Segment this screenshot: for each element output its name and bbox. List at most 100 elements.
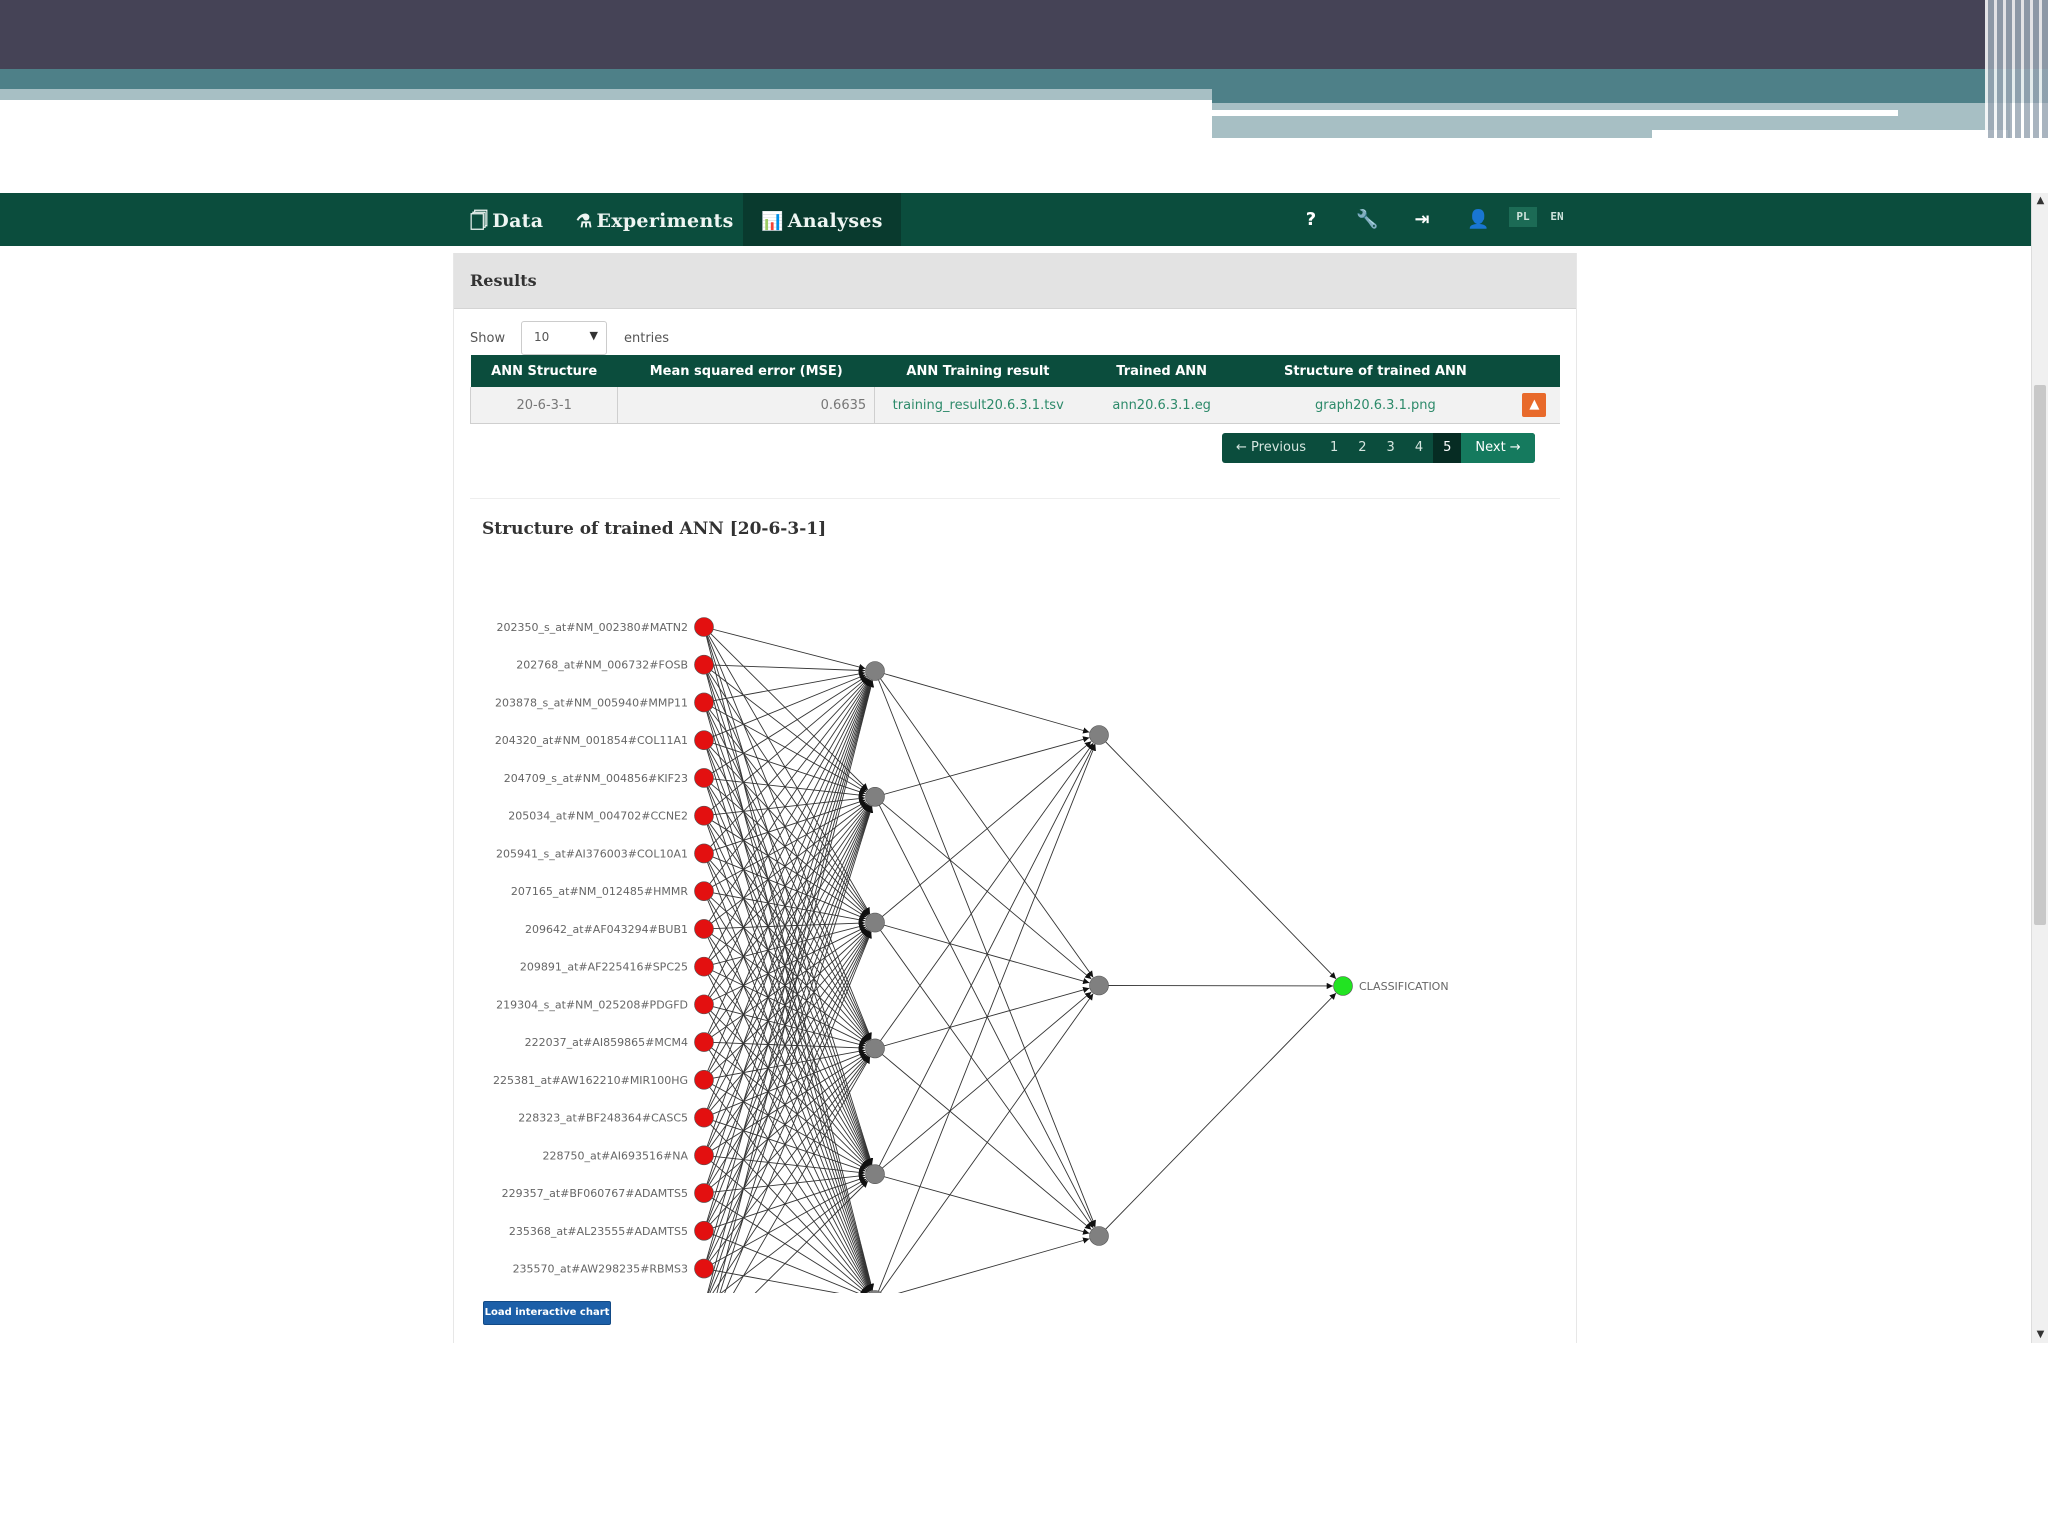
input-node [694, 881, 714, 901]
edge-hidden1-hidden2 [874, 1048, 1092, 1230]
input-node [694, 956, 714, 977]
input-node-label: 207165_at#NM_012485#HMMR [511, 885, 688, 898]
slide-white-stripe [1212, 110, 1898, 116]
input-node [694, 1145, 714, 1166]
page-scrollbar[interactable]: ▲ ▼ [2031, 193, 2048, 1343]
input-node-label: 228323_at#BF248364#CASC5 [518, 1112, 688, 1125]
hidden1-node [865, 786, 885, 807]
scroll-up-icon[interactable]: ▲ [2032, 193, 2048, 209]
input-node-label: 209891_at#AF225416#SPC25 [520, 961, 688, 974]
input-node [694, 994, 714, 1015]
hidden1-node [865, 912, 885, 933]
edge-input-hidden1 [703, 664, 874, 1291]
nav-data-label: Data [492, 210, 544, 232]
edge-input-hidden1 [703, 1178, 867, 1269]
input-node [694, 692, 714, 713]
input-node [694, 1220, 714, 1241]
input-node-label: 203878_s_at#NM_005940#MMP11 [495, 696, 688, 709]
input-node [694, 1032, 714, 1052]
input-node-label: 209642_at#AF043294#BUB1 [525, 923, 688, 936]
input-node-label: 202350_s_at#NM_002380#MATN2 [496, 621, 688, 634]
load-interactive-chart-button[interactable]: Load interactive chart [483, 1301, 611, 1325]
nav-experiments[interactable]: ⚗ Experiments [576, 193, 734, 246]
input-node [694, 768, 714, 788]
edge-hidden1-hidden2 [877, 744, 1096, 1293]
hidden2-node [1089, 1226, 1109, 1246]
edge-hidden1-hidden2 [874, 670, 1090, 734]
hidden2-node [1089, 725, 1109, 745]
edge-hidden1-hidden2 [874, 986, 1090, 1049]
slide-teal-band [0, 69, 2048, 91]
edge-input-hidden1 [703, 853, 869, 1042]
edge-hidden1-hidden2 [874, 796, 1095, 1228]
edge-input-hidden1 [703, 664, 866, 674]
edge-input-hidden1 [703, 805, 872, 1231]
edge-hidden1-hidden2 [879, 993, 1094, 1293]
edge-hidden1-hidden2 [874, 991, 1092, 1175]
hidden2-node [1089, 975, 1109, 996]
ann-network-diagram: 202350_s_at#NM_002380#MATN2 202768_at#NM_… [493, 617, 1449, 1293]
help-icon[interactable]: ? [1300, 209, 1322, 231]
edge-hidden1-hidden2 [897, 1237, 1090, 1293]
edge-hidden2-output [1098, 734, 1337, 980]
bar-chart-icon: 📊 [761, 211, 784, 232]
input-node [694, 919, 714, 939]
edge-input-hidden1 [703, 739, 871, 1040]
hidden1-node [865, 1038, 885, 1059]
input-node [694, 843, 714, 864]
nav-analyses[interactable]: 📊 Analyses [743, 193, 901, 246]
nav-data[interactable]: 🗍 Data [470, 193, 543, 246]
input-node [694, 1107, 714, 1128]
edge-hidden2-output [1098, 992, 1337, 1237]
edge-input-hidden1 [703, 680, 874, 1269]
input-node [694, 805, 714, 826]
input-node [694, 1258, 714, 1279]
edge-hidden1-hidden2 [874, 922, 1090, 985]
edge-hidden1-hidden2 [874, 1173, 1090, 1235]
edge-hidden1-hidden2 [874, 796, 1092, 980]
edge-hidden1-hidden2 [874, 743, 1095, 1175]
lang-en-button[interactable]: EN [1543, 207, 1571, 227]
lang-pl-button[interactable]: PL [1509, 207, 1537, 227]
output-node [1333, 976, 1353, 996]
edge-input-hidden1 [703, 674, 866, 741]
edge-hidden1-hidden2 [874, 670, 1096, 1227]
wrench-icon[interactable]: 🔧 [1356, 209, 1378, 231]
input-node [694, 617, 714, 637]
input-node-label: 205034_at#NM_004702#CCNE2 [508, 810, 688, 823]
input-node [694, 1183, 714, 1203]
input-node-label: 229357_at#BF060767#ADAMTS5 [502, 1187, 688, 1200]
scroll-down-icon[interactable]: ▼ [2032, 1327, 2048, 1343]
edge-input-hidden1 [703, 1268, 840, 1293]
scroll-thumb[interactable] [2034, 385, 2046, 925]
edge-input-hidden1 [703, 740, 872, 1166]
output-node-label: CLASSIFICATION [1359, 980, 1449, 993]
edge-input-hidden1 [703, 626, 866, 670]
input-node-label: 202768_at#NM_006732#FOSB [516, 659, 688, 672]
input-node-label: 204709_s_at#NM_004856#KIF23 [504, 772, 688, 785]
slide-header-band [0, 0, 2048, 69]
logout-icon[interactable]: ⇥ [1411, 209, 1433, 231]
input-node-label: 222037_at#AI859865#MCM4 [525, 1036, 688, 1049]
slide-right-teal-band [1212, 89, 2048, 103]
slide-light-band [0, 89, 1212, 100]
input-node-label: 225381_at#AW162210#MIR100HG [493, 1074, 688, 1087]
top-navbar: 🗍 Data ⚗ Experiments 📊 Analyses ? 🔧 ⇥ 👤 PL … [0, 193, 2031, 246]
edge-input-hidden1 [703, 929, 869, 1118]
app-window: 🗍 Data ⚗ Experiments 📊 Analyses ? 🔧 ⇥ 👤 PL … [0, 193, 2048, 1343]
edge-input-hidden1 [703, 931, 871, 1232]
input-node-label: 235570_at#AW298235#RBMS3 [513, 1263, 688, 1276]
hidden1-node [865, 1164, 885, 1185]
input-node-label: 235368_at#AL23555#ADAMTS5 [509, 1225, 688, 1238]
edge-hidden1-hidden2 [874, 736, 1090, 798]
slide-white-stripe-2 [1652, 130, 2008, 138]
input-node-label: 228750_at#AI693516#NA [543, 1149, 689, 1162]
flask-icon: ⚗ [576, 211, 593, 232]
nav-analyses-label: Analyses [787, 210, 883, 232]
user-icon[interactable]: 👤 [1467, 209, 1489, 231]
edge-hidden1-hidden2 [874, 741, 1092, 923]
edge-input-hidden1 [712, 1056, 870, 1293]
input-node [694, 730, 714, 751]
input-node-label: 205941_s_at#AI376003#COL10A1 [496, 847, 688, 860]
input-node [694, 654, 714, 675]
